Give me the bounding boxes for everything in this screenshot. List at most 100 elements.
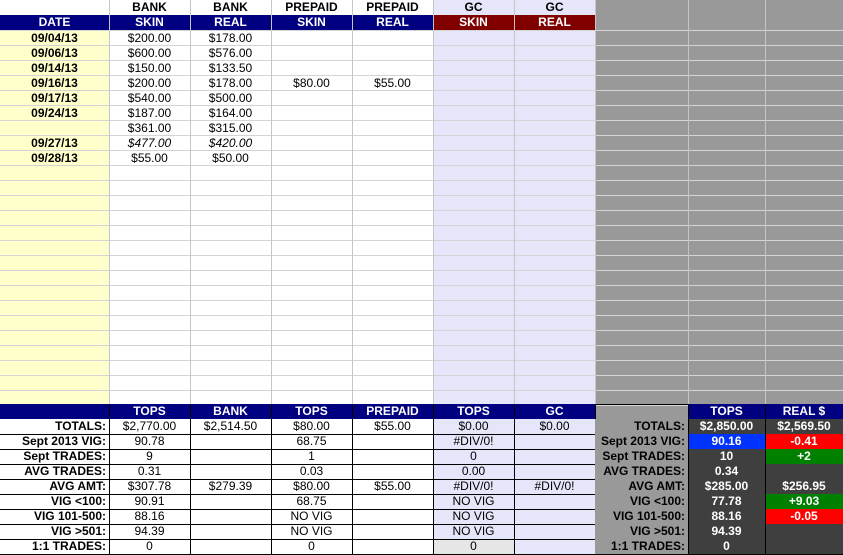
data-cell-pp_skin[interactable] bbox=[271, 106, 352, 120]
data-cell-bank_real[interactable]: $576.00 bbox=[190, 46, 271, 60]
header-sub-5[interactable]: SKIN bbox=[433, 15, 514, 30]
right-label[interactable]: Sept 2013 VIG: bbox=[595, 434, 688, 449]
summary-value[interactable]: $0.00 bbox=[433, 419, 514, 434]
header-group-5[interactable]: GC bbox=[433, 0, 514, 15]
summary-header-1[interactable]: BANK bbox=[190, 404, 271, 419]
data-cell-pp_skin[interactable] bbox=[271, 91, 352, 105]
summary-value[interactable] bbox=[514, 494, 595, 509]
summary-value[interactable] bbox=[514, 539, 595, 554]
data-cell-bank_real[interactable]: $315.00 bbox=[190, 121, 271, 135]
right-real-value[interactable]: +2 bbox=[765, 449, 843, 464]
summary-value[interactable]: 9 bbox=[109, 449, 190, 464]
summary-label[interactable]: 1:1 TRADES: bbox=[0, 539, 109, 554]
data-cell-bank_real[interactable]: $420.00 bbox=[190, 136, 271, 150]
data-cell-pp_skin[interactable]: $80.00 bbox=[271, 76, 352, 90]
data-cell-pp_skin[interactable] bbox=[271, 46, 352, 60]
right-label[interactable]: AVG TRADES: bbox=[595, 464, 688, 479]
data-cell-pp_real[interactable] bbox=[352, 61, 433, 75]
header-group-1[interactable]: BANK bbox=[109, 0, 190, 15]
right-label[interactable]: AVG AMT: bbox=[595, 479, 688, 494]
summary-value[interactable] bbox=[514, 524, 595, 539]
right-tops-value[interactable]: 10 bbox=[688, 449, 765, 464]
data-cell-bank_real[interactable]: $178.00 bbox=[190, 31, 271, 45]
right-real-value[interactable] bbox=[765, 539, 843, 554]
summary-value[interactable]: $2,770.00 bbox=[109, 419, 190, 434]
summary-value[interactable]: NO VIG bbox=[433, 509, 514, 524]
summary-value[interactable]: 0 bbox=[433, 539, 514, 554]
summary-value[interactable]: 0.03 bbox=[271, 464, 352, 479]
header-sub-3[interactable]: SKIN bbox=[271, 15, 352, 30]
data-cell-bank_skin[interactable]: $200.00 bbox=[109, 76, 190, 90]
header-group-0[interactable] bbox=[0, 0, 109, 15]
data-cell-bank_real[interactable]: $164.00 bbox=[190, 106, 271, 120]
data-cell-bank_skin[interactable]: $187.00 bbox=[109, 106, 190, 120]
summary-value[interactable] bbox=[190, 434, 271, 449]
summary-value[interactable] bbox=[190, 449, 271, 464]
header-sub-2[interactable]: REAL bbox=[190, 15, 271, 30]
data-cell-date[interactable]: 09/24/13 bbox=[0, 106, 109, 120]
data-cell-pp_skin[interactable] bbox=[271, 31, 352, 45]
data-cell-pp_skin[interactable] bbox=[271, 151, 352, 165]
data-cell-date[interactable]: 09/14/13 bbox=[0, 61, 109, 75]
summary-value[interactable] bbox=[190, 464, 271, 479]
summary-header-3[interactable]: PREPAID bbox=[352, 404, 433, 419]
right-tops-value[interactable]: 88.16 bbox=[688, 509, 765, 524]
right-tops-value[interactable]: 94.39 bbox=[688, 524, 765, 539]
summary-value[interactable]: #DIV/0! bbox=[433, 479, 514, 494]
right-label[interactable]: VIG 101-500: bbox=[595, 509, 688, 524]
data-cell-bank_skin[interactable]: $200.00 bbox=[109, 31, 190, 45]
data-cell-pp_real[interactable] bbox=[352, 151, 433, 165]
summary-value[interactable]: 0 bbox=[109, 539, 190, 554]
summary-value[interactable]: $80.00 bbox=[271, 419, 352, 434]
summary-value[interactable]: $0.00 bbox=[514, 419, 595, 434]
summary-value[interactable] bbox=[352, 449, 433, 464]
summary-value[interactable]: 90.91 bbox=[109, 494, 190, 509]
summary-value[interactable] bbox=[190, 509, 271, 524]
right-real-value[interactable]: $2,569.50 bbox=[765, 419, 843, 434]
right-tops-value[interactable]: 77.78 bbox=[688, 494, 765, 509]
right-real-value[interactable]: -0.05 bbox=[765, 509, 843, 524]
summary-value[interactable]: 90.78 bbox=[109, 434, 190, 449]
summary-value[interactable] bbox=[514, 449, 595, 464]
summary-value[interactable] bbox=[514, 464, 595, 479]
right-real-value[interactable] bbox=[765, 524, 843, 539]
data-cell-pp_real[interactable] bbox=[352, 46, 433, 60]
summary-value[interactable]: 0 bbox=[271, 539, 352, 554]
summary-value[interactable]: 68.75 bbox=[271, 434, 352, 449]
right-real-value[interactable]: +9.03 bbox=[765, 494, 843, 509]
header-group-3[interactable]: PREPAID bbox=[271, 0, 352, 15]
summary-value[interactable]: 0 bbox=[433, 449, 514, 464]
summary-value[interactable]: 94.39 bbox=[109, 524, 190, 539]
right-tops-value[interactable]: 0 bbox=[688, 539, 765, 554]
data-cell-date[interactable] bbox=[0, 121, 109, 135]
data-cell-date[interactable]: 09/17/13 bbox=[0, 91, 109, 105]
right-real-value[interactable] bbox=[765, 464, 843, 479]
data-cell-pp_skin[interactable] bbox=[271, 61, 352, 75]
summary-value[interactable]: NO VIG bbox=[271, 509, 352, 524]
summary-value[interactable] bbox=[514, 509, 595, 524]
summary-value[interactable]: 0.00 bbox=[433, 464, 514, 479]
summary-value[interactable] bbox=[190, 494, 271, 509]
data-cell-bank_real[interactable]: $133.50 bbox=[190, 61, 271, 75]
summary-value[interactable] bbox=[352, 494, 433, 509]
data-cell-bank_skin[interactable]: $361.00 bbox=[109, 121, 190, 135]
summary-value[interactable]: 88.16 bbox=[109, 509, 190, 524]
summary-value[interactable]: 68.75 bbox=[271, 494, 352, 509]
summary-value[interactable]: $55.00 bbox=[352, 479, 433, 494]
right-real-value[interactable]: -0.41 bbox=[765, 434, 843, 449]
summary-value[interactable] bbox=[514, 434, 595, 449]
summary-value[interactable] bbox=[190, 539, 271, 554]
data-cell-date[interactable]: 09/27/13 bbox=[0, 136, 109, 150]
header-sub-4[interactable]: REAL bbox=[352, 15, 433, 30]
data-cell-bank_skin[interactable]: $540.00 bbox=[109, 91, 190, 105]
data-cell-bank_real[interactable]: $500.00 bbox=[190, 91, 271, 105]
summary-value[interactable]: #DIV/0! bbox=[433, 434, 514, 449]
summary-value[interactable]: 1 bbox=[271, 449, 352, 464]
gray-summary-header[interactable] bbox=[595, 404, 688, 419]
summary-value[interactable]: $80.00 bbox=[271, 479, 352, 494]
right-header-1[interactable]: REAL $ bbox=[765, 404, 843, 419]
header-sub-6[interactable]: REAL bbox=[514, 15, 595, 30]
summary-value[interactable]: #DIV/0! bbox=[514, 479, 595, 494]
summary-value[interactable]: $2,514.50 bbox=[190, 419, 271, 434]
data-cell-date[interactable]: 09/04/13 bbox=[0, 31, 109, 45]
